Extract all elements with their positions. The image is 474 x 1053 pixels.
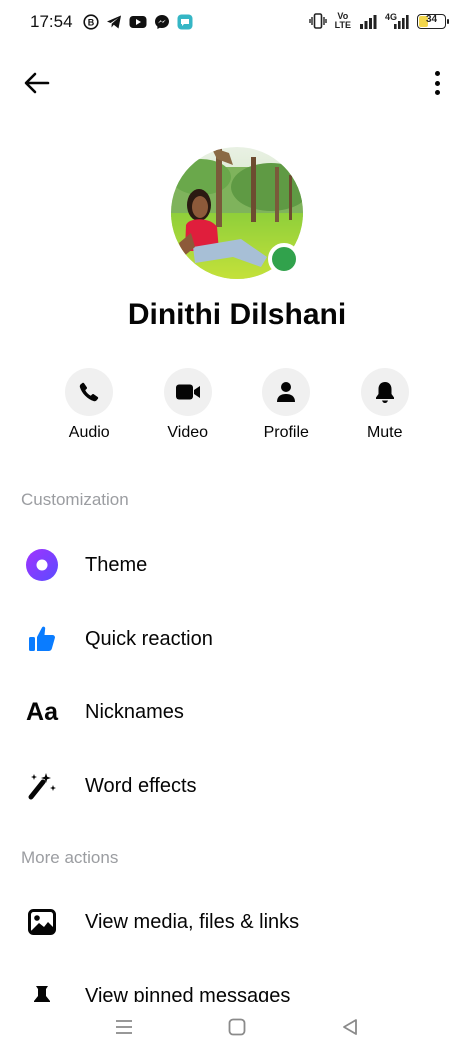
video-camera-icon (175, 384, 200, 400)
home-button[interactable] (217, 1012, 257, 1042)
pin-icon (24, 981, 60, 1002)
theme-icon (24, 547, 60, 583)
phone-icon (80, 382, 99, 402)
bell-icon (375, 382, 394, 403)
word-effects-label: Word effects (85, 774, 197, 797)
video-label: Video (167, 424, 209, 441)
theme-item[interactable]: Theme (0, 535, 474, 595)
more-actions-section-title: More actions (21, 848, 119, 867)
recent-apps-button[interactable] (104, 1012, 144, 1042)
volte-bottom-label: LTE (334, 20, 351, 30)
quick-reaction-item[interactable]: Quick reaction (0, 609, 474, 669)
more-dot (434, 80, 440, 86)
aa-text-icon: Aa (24, 694, 60, 730)
battery-percent: 34 (425, 13, 438, 25)
battery-icon: 34 (417, 13, 449, 29)
telegram-icon (107, 15, 121, 29)
arrow-left-icon (24, 72, 50, 94)
back-button[interactable] (20, 68, 54, 98)
profile-circle (262, 368, 311, 416)
nicknames-label: Nicknames (85, 700, 184, 723)
view-media-label: View media, files & links (85, 910, 300, 933)
mute-button[interactable]: Mute (336, 368, 435, 442)
svg-text:B: B (88, 18, 95, 28)
nicknames-item[interactable]: Aa Nicknames (0, 682, 474, 742)
status-app-icons: B (83, 14, 193, 30)
home-square-icon (228, 1018, 246, 1036)
theme-label: Theme (85, 553, 148, 576)
online-status-dot (268, 243, 300, 275)
more-options-button[interactable] (430, 68, 444, 98)
youtube-icon (129, 16, 147, 28)
system-nav-bar (0, 1002, 474, 1053)
image-icon (24, 904, 60, 940)
view-media-item[interactable]: View media, files & links (0, 892, 474, 952)
b-badge-icon: B (83, 14, 99, 30)
more-dot (434, 90, 440, 95)
mute-circle (360, 368, 409, 416)
video-call-circle (163, 368, 212, 416)
audio-label: Audio (68, 424, 110, 441)
vibrate-icon (308, 13, 327, 29)
system-back-button[interactable] (330, 1012, 370, 1042)
status-bar: 17:54 B Vo LTE 4G 34 (0, 0, 474, 46)
person-icon (277, 382, 296, 402)
mute-label: Mute (366, 424, 403, 441)
audio-call-button[interactable]: Audio (40, 368, 139, 442)
action-row: Audio Video Profile Mute (40, 368, 434, 442)
status-indicators: Vo LTE 4G 34 (308, 12, 449, 30)
menu-icon (116, 1020, 132, 1034)
signal-icon-2 (394, 15, 409, 29)
profile-name: Dinithi Dilshani (127, 298, 347, 331)
more-dot (434, 71, 440, 76)
signal-icon (360, 14, 377, 29)
messenger-icon (155, 15, 169, 29)
volte-indicator: Vo LTE (335, 12, 351, 30)
thumbs-up-icon (24, 621, 60, 657)
magic-wand-icon (24, 768, 60, 804)
aa-text: Aa (26, 697, 58, 726)
view-pinned-label: View pinned messages (85, 985, 291, 1002)
video-call-button[interactable]: Video (139, 368, 238, 442)
view-pinned-item[interactable]: View pinned messages (0, 967, 474, 1002)
profile-label: Profile (263, 424, 309, 441)
customization-section-title: Customization (21, 490, 129, 509)
chat-app-icon (177, 14, 193, 30)
quick-reaction-label: Quick reaction (85, 627, 213, 650)
back-triangle-icon (343, 1019, 357, 1035)
audio-call-circle (65, 368, 114, 416)
network-signal: 4G (385, 13, 409, 29)
word-effects-item[interactable]: Word effects (0, 756, 474, 816)
status-time: 17:54 (30, 12, 73, 31)
view-profile-button[interactable]: Profile (237, 368, 336, 442)
